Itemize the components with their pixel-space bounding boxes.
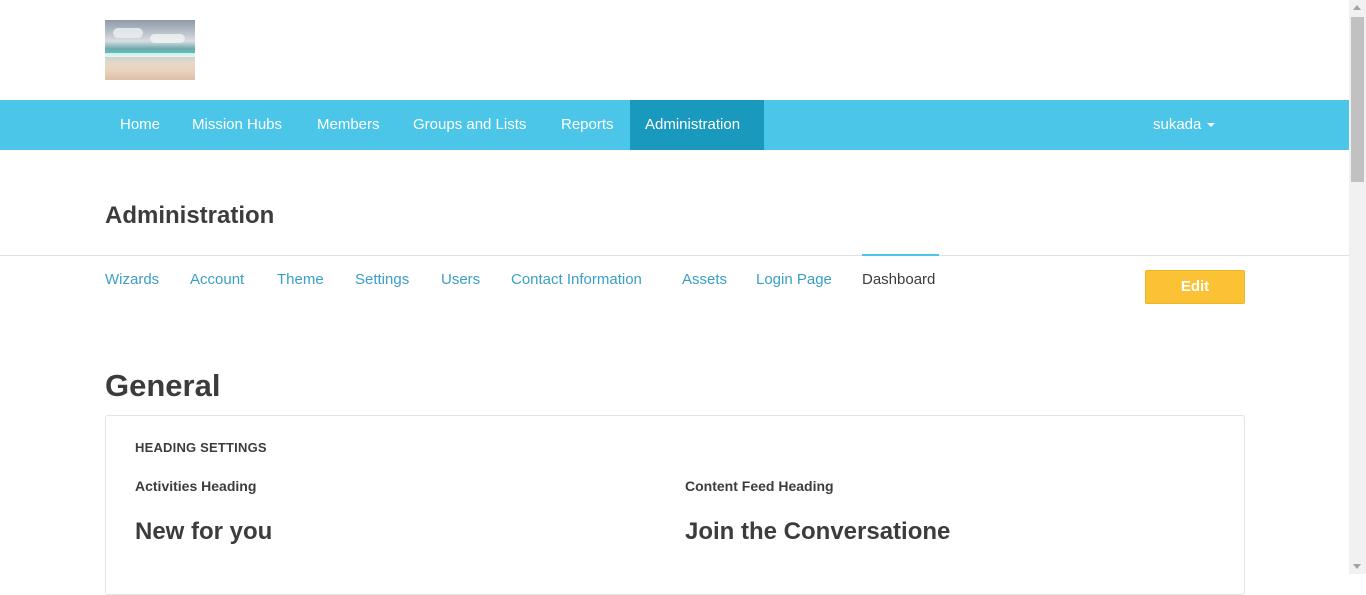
tab-login-page[interactable]: Login Page (756, 256, 832, 304)
nav-item-groups-and-lists[interactable]: Groups and Lists (398, 100, 541, 150)
logo-cloud (150, 34, 185, 43)
activities-heading-value: New for you (135, 518, 273, 545)
tab-wizards[interactable]: Wizards (105, 256, 159, 304)
content-feed-heading-value: Join the Conversatione (685, 518, 951, 545)
tab-theme[interactable]: Theme (277, 256, 324, 304)
scroll-up-icon[interactable] (1353, 5, 1361, 10)
tab-account[interactable]: Account (190, 256, 244, 304)
tab-contact-information[interactable]: Contact Information (511, 256, 642, 304)
nav-item-home[interactable]: Home (105, 100, 175, 150)
main-navbar: Home Mission Hubs Members Groups and Lis… (0, 100, 1349, 150)
nav-item-reports[interactable]: Reports (546, 100, 629, 150)
logo-wave (105, 53, 195, 57)
nav-item-members[interactable]: Members (302, 100, 395, 150)
page-title: Administration (105, 202, 275, 229)
vertical-scrollbar[interactable] (1349, 0, 1366, 574)
tab-users[interactable]: Users (441, 256, 480, 304)
logo-cloud (113, 28, 143, 38)
scrollbar-thumb[interactable] (1351, 17, 1364, 182)
user-menu[interactable]: sukada (1138, 100, 1230, 150)
scroll-down-icon[interactable] (1353, 564, 1361, 569)
activities-heading-label: Activities Heading (135, 478, 257, 494)
section-title-general: General (105, 368, 221, 403)
caret-down-icon (1207, 123, 1216, 128)
tab-assets[interactable]: Assets (682, 256, 727, 304)
nav-item-mission-hubs[interactable]: Mission Hubs (177, 100, 297, 150)
card-heading: HEADING SETTINGS (135, 440, 267, 455)
heading-settings-card (105, 415, 1245, 595)
nav-item-administration[interactable]: Administration (630, 100, 764, 150)
user-name: sukada (1153, 116, 1202, 133)
beach-logo[interactable] (105, 20, 195, 80)
content-feed-heading-label: Content Feed Heading (685, 478, 834, 494)
tab-settings[interactable]: Settings (355, 256, 409, 304)
edit-button[interactable]: Edit (1145, 270, 1245, 304)
tab-dashboard[interactable]: Dashboard (862, 254, 939, 304)
